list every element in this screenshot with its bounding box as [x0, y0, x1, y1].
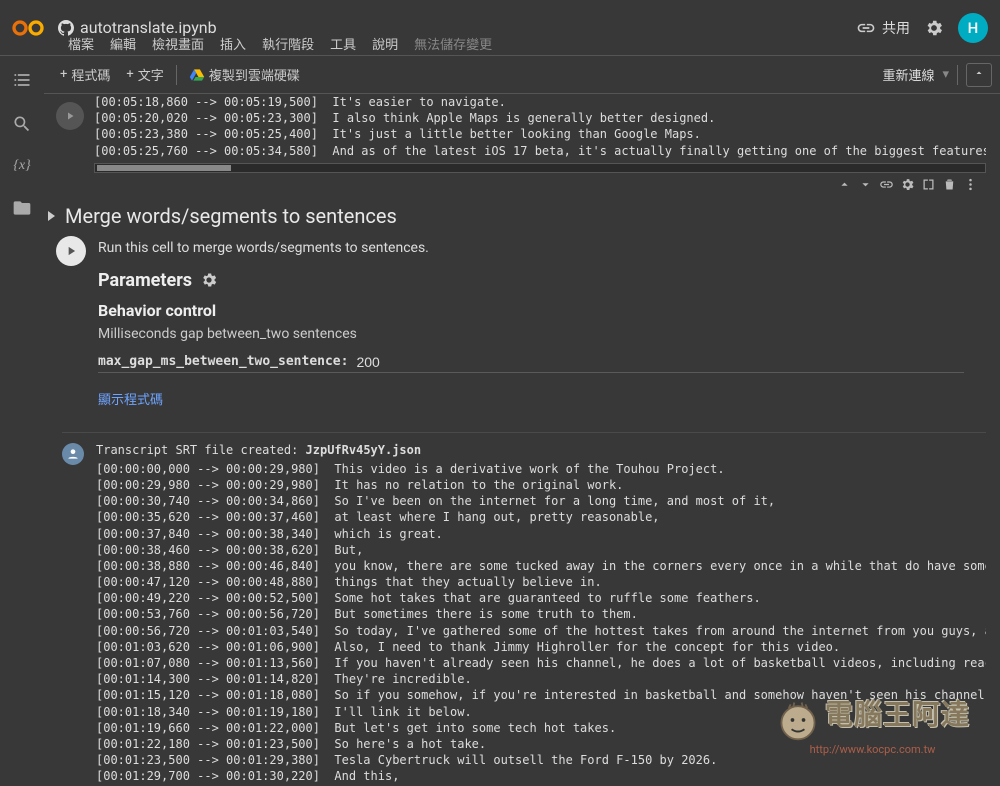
section-header[interactable]: Merge words/segments to sentences	[44, 194, 996, 236]
section-title: Merge words/segments to sentences	[65, 204, 397, 228]
share-label: 共用	[882, 18, 910, 38]
cell-description: Run this cell to merge words/segments to…	[98, 240, 976, 256]
drive-icon	[189, 67, 205, 83]
play-icon	[64, 244, 78, 258]
mirror-icon[interactable]	[921, 177, 936, 192]
variables-icon[interactable]: {x}	[13, 158, 30, 174]
cell-output-1: [00:05:18,860 --> 00:05:19,500] It's eas…	[94, 94, 986, 173]
show-code-link[interactable]: 顯示程式碼	[98, 389, 163, 408]
collapse-button[interactable]	[966, 63, 992, 87]
output-text-2: [00:00:00,000 --> 00:00:29,980] This vid…	[96, 461, 986, 782]
add-code-button[interactable]: + 程式碼	[52, 61, 118, 88]
cell-toolbar	[44, 173, 996, 194]
link-icon	[856, 18, 876, 38]
move-up-icon[interactable]	[837, 177, 852, 192]
main-content: [00:05:18,860 --> 00:05:19,500] It's eas…	[44, 94, 996, 782]
output-text-1: [00:05:18,860 --> 00:05:19,500] It's eas…	[94, 94, 986, 159]
reconnect-button[interactable]: 重新連線	[882, 65, 934, 84]
horizontal-scrollbar[interactable]	[94, 163, 986, 173]
play-icon	[64, 110, 76, 122]
expand-arrow-icon[interactable]	[48, 211, 55, 221]
move-down-icon[interactable]	[858, 177, 873, 192]
run-button-1[interactable]	[56, 102, 84, 130]
cell-output-2: Transcript SRT file created: JzpUfRv45yY…	[62, 432, 986, 782]
gap-description: Milliseconds gap between_two sentences	[98, 326, 976, 342]
parameters-heading: Parameters	[98, 270, 976, 291]
menu-readonly: 無法儲存變更	[414, 34, 492, 53]
colab-logo	[12, 18, 44, 38]
param-label: max_gap_ms_between_two_sentence:	[98, 354, 348, 369]
run-button-2[interactable]	[56, 236, 86, 266]
left-rail: {x}	[0, 56, 44, 786]
more-icon[interactable]	[963, 177, 978, 192]
menu-edit[interactable]: 編輯	[110, 34, 136, 53]
settings-icon[interactable]	[924, 18, 944, 38]
toolbar: + 程式碼 + 文字 複製到雲端硬碟 重新連線 ▾	[44, 56, 1000, 94]
behavior-heading: Behavior control	[98, 301, 976, 320]
gear-icon	[200, 271, 218, 289]
menu-view[interactable]: 檢視畫面	[152, 34, 204, 53]
add-text-button[interactable]: + 文字	[118, 61, 171, 88]
user-avatar[interactable]: H	[958, 13, 988, 43]
menu-runtime[interactable]: 執行階段	[262, 34, 314, 53]
toc-icon[interactable]	[12, 70, 32, 90]
menu-tools[interactable]: 工具	[330, 34, 356, 53]
menu-bar: 檔案 編輯 檢視畫面 插入 執行階段 工具 說明 無法儲存變更	[68, 34, 492, 53]
chevron-up-icon	[973, 67, 985, 79]
bot-icon	[62, 443, 84, 465]
cell-settings-icon[interactable]	[900, 177, 915, 192]
folder-icon[interactable]	[12, 198, 32, 218]
menu-file[interactable]: 檔案	[68, 34, 94, 53]
menu-help[interactable]: 說明	[372, 34, 398, 53]
created-label: Transcript SRT file created: JzpUfRv45yY…	[96, 443, 986, 457]
cell-link-icon[interactable]	[879, 177, 894, 192]
markdown-cell: Run this cell to merge words/segments to…	[94, 236, 996, 420]
copy-to-drive-button[interactable]: 複製到雲端硬碟	[181, 61, 308, 88]
search-icon[interactable]	[12, 114, 32, 134]
delete-icon[interactable]	[942, 177, 957, 192]
share-button[interactable]: 共用	[856, 18, 910, 38]
divider	[176, 65, 177, 85]
param-input[interactable]	[356, 354, 456, 370]
param-row: max_gap_ms_between_two_sentence:	[98, 354, 964, 373]
menu-insert[interactable]: 插入	[220, 34, 246, 53]
